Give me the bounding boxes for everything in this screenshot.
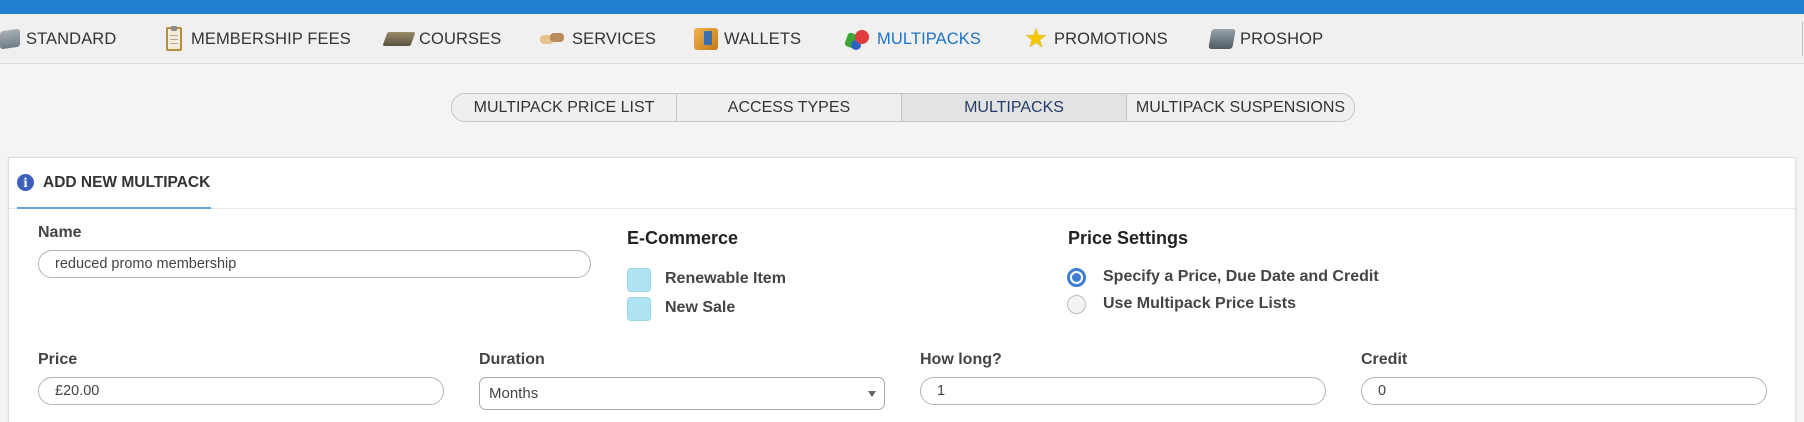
panel-title: i ADD NEW MULTIPACK [17, 158, 211, 209]
wallet-icon [694, 28, 718, 50]
chevron-down-icon [868, 391, 876, 397]
duration-select[interactable]: Months [479, 377, 885, 410]
price-label: Price [38, 351, 77, 369]
use-price-lists-label: Use Multipack Price Lists [1103, 295, 1296, 313]
tab-label: MULTIPACK SUSPENSIONS [1136, 99, 1345, 117]
tab-label: ACCESS TYPES [728, 99, 850, 117]
nav-item-promotions[interactable]: ★ PROMOTIONS [1024, 14, 1168, 64]
nav-item-label: PROSHOP [1240, 30, 1323, 49]
star-icon: ★ [1024, 27, 1048, 51]
nav-item-wallets[interactable]: WALLETS [694, 14, 801, 64]
renewable-item-label: Renewable Item [665, 270, 786, 288]
panel-header: i ADD NEW MULTIPACK [9, 158, 1795, 209]
tab-multipack-price-list[interactable]: MULTIPACK PRICE LIST [452, 94, 677, 121]
panel-title-text: ADD NEW MULTIPACK [43, 174, 210, 192]
tab-label: MULTIPACKS [964, 99, 1064, 117]
multipack-icon [845, 28, 871, 50]
credit-label: Credit [1361, 351, 1407, 369]
nav-item-label: MULTIPACKS [877, 30, 981, 49]
duration-selected-value: Months [489, 385, 538, 402]
till-icon [1208, 29, 1236, 49]
clipboard-icon [166, 27, 182, 51]
tab-multipacks[interactable]: MULTIPACKS [902, 94, 1127, 121]
price-settings-title: Price Settings [1068, 228, 1188, 249]
ecommerce-title: E-Commerce [627, 228, 738, 249]
name-label: Name [38, 224, 82, 242]
sub-tabs: MULTIPACK PRICE LIST ACCESS TYPES MULTIP… [451, 93, 1355, 122]
nav-item-membership-fees[interactable]: MEMBERSHIP FEES [166, 14, 351, 64]
service-icon [538, 31, 566, 47]
nav-item-label: MEMBERSHIP FEES [191, 30, 351, 49]
specify-price-label: Specify a Price, Due Date and Credit [1103, 268, 1379, 286]
credit-input[interactable] [1361, 377, 1767, 405]
info-icon: i [17, 174, 34, 191]
category-nav: STANDARD MEMBERSHIP FEES COURSES SERVICE… [0, 14, 1804, 64]
nav-item-label: COURSES [419, 30, 501, 49]
nav-divider [1802, 22, 1803, 56]
nav-item-label: WALLETS [724, 30, 801, 49]
renewable-item-checkbox[interactable] [627, 268, 651, 292]
nav-item-label: STANDARD [26, 30, 116, 49]
how-long-input[interactable] [920, 377, 1326, 405]
top-accent-bar [0, 0, 1804, 14]
price-input[interactable] [38, 377, 444, 405]
name-input[interactable] [38, 250, 591, 278]
nav-item-standard[interactable]: STANDARD [0, 14, 116, 64]
course-icon [382, 32, 415, 46]
nav-item-courses[interactable]: COURSES [385, 14, 501, 64]
use-price-lists-radio[interactable] [1067, 295, 1086, 314]
nav-item-label: SERVICES [572, 30, 656, 49]
nav-item-services[interactable]: SERVICES [538, 14, 656, 64]
nav-item-proshop[interactable]: PROSHOP [1210, 14, 1323, 64]
how-long-label: How long? [920, 351, 1002, 369]
nav-item-label: PROMOTIONS [1054, 30, 1168, 49]
standard-icon [0, 29, 20, 50]
add-multipack-panel: i ADD NEW MULTIPACK Name E-Commerce Rene… [8, 157, 1796, 422]
duration-label: Duration [479, 351, 545, 369]
specify-price-radio[interactable] [1067, 268, 1086, 287]
tab-access-types[interactable]: ACCESS TYPES [677, 94, 902, 121]
nav-item-multipacks[interactable]: MULTIPACKS [845, 14, 981, 64]
new-sale-label: New Sale [665, 299, 735, 317]
tab-label: MULTIPACK PRICE LIST [474, 99, 655, 117]
new-sale-checkbox[interactable] [627, 297, 651, 321]
tab-multipack-suspensions[interactable]: MULTIPACK SUSPENSIONS [1127, 94, 1354, 121]
